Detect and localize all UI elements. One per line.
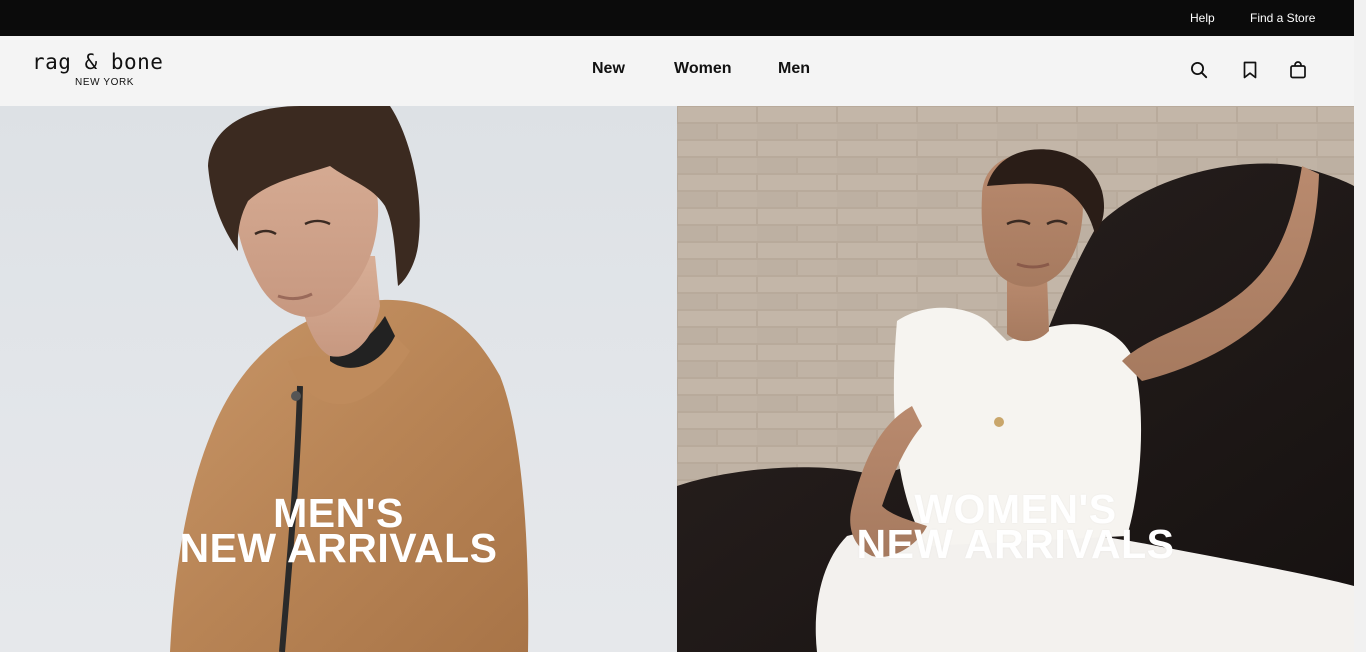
utility-bar: Help Find a Store [0,0,1354,36]
site-header: rag & bone NEW YORK New Women Men [0,36,1354,106]
nav-item-men[interactable]: Men [778,60,810,78]
logo-subtitle: NEW YORK [75,77,135,88]
womens-model-image [677,106,1354,652]
page-scrollbar[interactable] [1354,0,1366,652]
mens-hero-line2: NEW ARRIVALS [179,525,498,571]
womens-new-arrivals-banner[interactable]: WOMEN'S NEW ARRIVALS [677,106,1354,652]
bookmark-icon [1243,61,1257,79]
mens-new-arrivals-banner[interactable]: MEN'S NEW ARRIVALS [0,106,677,652]
shopping-bag-button[interactable] [1287,59,1309,81]
womens-hero-line2: NEW ARRIVALS [856,521,1175,567]
nav-item-women[interactable]: Women [674,60,731,78]
shopping-bag-icon [1290,61,1306,79]
find-a-store-link[interactable]: Find a Store [1250,11,1315,25]
womens-hero-title: WOMEN'S NEW ARRIVALS [677,489,1354,567]
brand-logo[interactable]: rag & bone NEW YORK [32,50,192,90]
search-icon [1191,62,1208,79]
mens-hero-title: MEN'S NEW ARRIVALS [0,493,677,571]
wishlist-button[interactable] [1239,59,1261,81]
help-link[interactable]: Help [1190,11,1215,25]
search-button[interactable] [1188,59,1210,81]
nav-item-new[interactable]: New [592,60,625,78]
logo-wordmark: rag & bone [32,50,164,74]
